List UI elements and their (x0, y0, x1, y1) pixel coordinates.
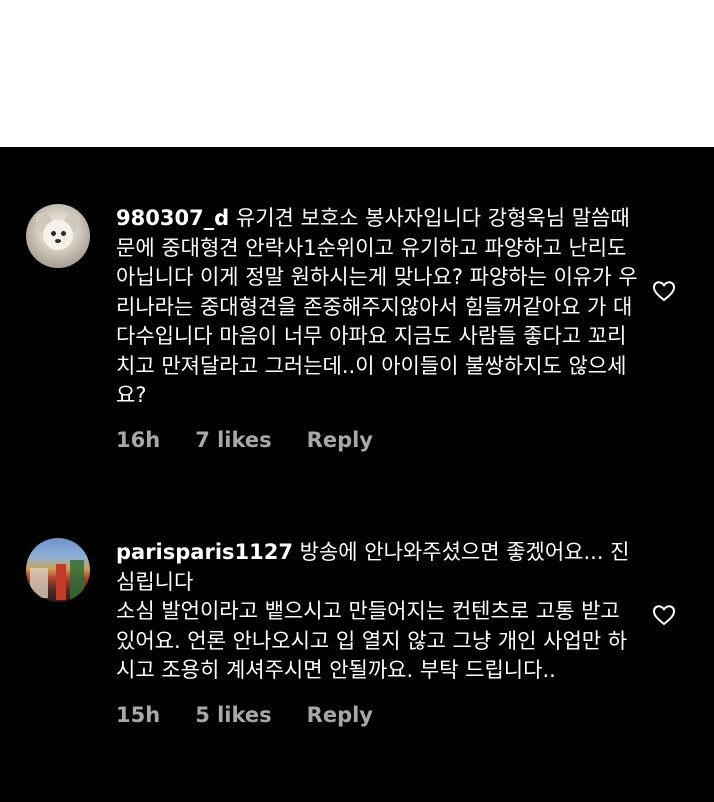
avatar-detail (61, 231, 66, 236)
comment-item: 980307_d 유기견 보호소 봉사자입니다 강형욱님 말씀때문에 중대형견 … (26, 204, 684, 452)
avatar-detail (43, 220, 73, 250)
avatar-detail (55, 239, 61, 243)
user-avatar[interactable] (26, 204, 90, 268)
comment-body: parisparis1127 방송에 안나와주셨으면 좋겠어요... 진심립니다… (116, 538, 644, 727)
heart-outline-icon[interactable] (652, 280, 676, 302)
user-avatar[interactable] (26, 538, 90, 602)
comment-likes[interactable]: 5 likes (195, 703, 271, 727)
comments-panel: 980307_d 유기견 보호소 봉사자입니다 강형욱님 말씀때문에 중대형견 … (0, 147, 714, 802)
comment-likes[interactable]: 7 likes (195, 428, 271, 452)
comment-text: 980307_d 유기견 보호소 봉사자입니다 강형욱님 말씀때문에 중대형견 … (116, 204, 641, 411)
heart-outline-icon[interactable] (652, 604, 676, 626)
reply-button[interactable]: Reply (307, 703, 373, 727)
avatar-detail (70, 560, 84, 600)
blank-header-area (0, 0, 714, 147)
comment-message: 유기견 보호소 봉사자입니다 강형욱님 말씀때문에 중대형견 안락사1순위이고 … (116, 206, 638, 407)
avatar-detail (30, 568, 48, 598)
comment-username[interactable]: 980307_d (116, 206, 229, 230)
avatar-detail (51, 231, 56, 236)
reply-button[interactable]: Reply (307, 428, 373, 452)
comment-time: 15h (116, 702, 161, 727)
comment-item: parisparis1127 방송에 안나와주셨으면 좋겠어요... 진심립니다… (26, 538, 684, 727)
comment-meta: 15h 5 likes Reply (116, 703, 644, 727)
comment-meta: 16h 7 likes Reply (116, 428, 644, 452)
comment-text: parisparis1127 방송에 안나와주셨으면 좋겠어요... 진심립니다… (116, 538, 641, 686)
comment-time: 16h (116, 427, 161, 452)
comment-username[interactable]: parisparis1127 (116, 540, 293, 564)
comment-body: 980307_d 유기견 보호소 봉사자입니다 강형욱님 말씀때문에 중대형견 … (116, 204, 644, 452)
avatar-detail (56, 564, 66, 600)
